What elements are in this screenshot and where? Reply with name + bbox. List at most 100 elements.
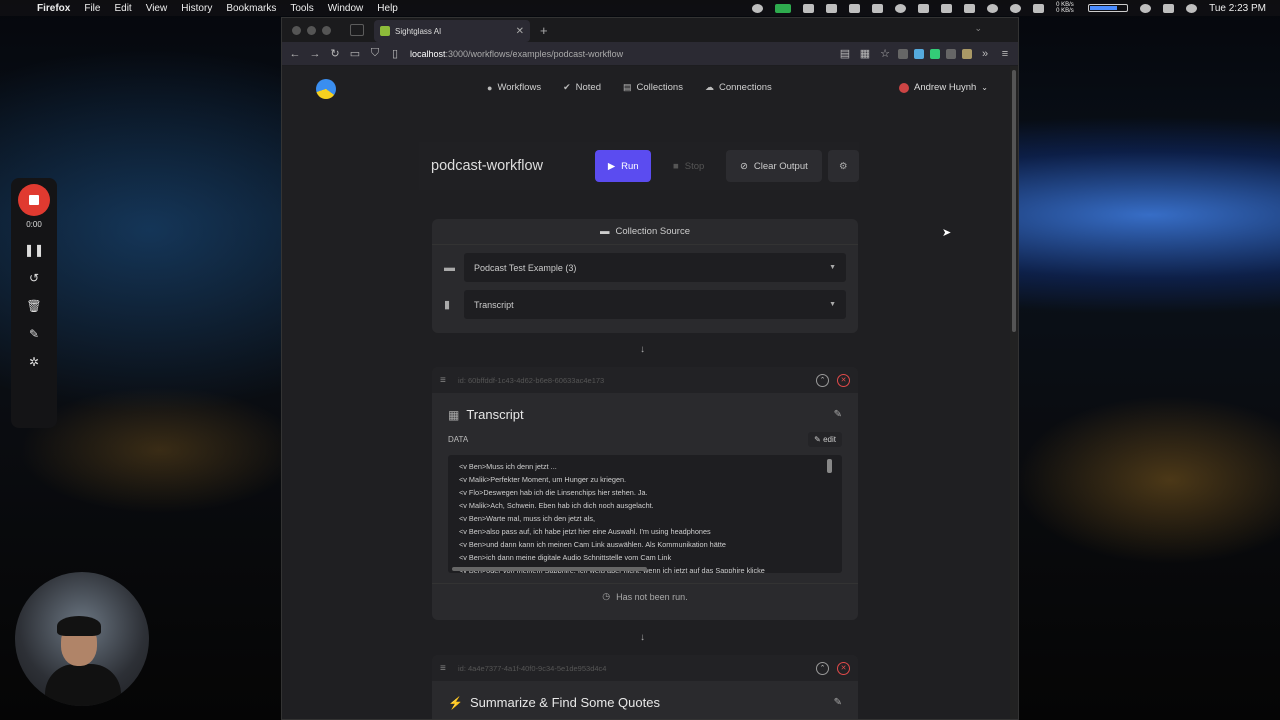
extensions-puzzle-icon[interactable] xyxy=(946,48,956,59)
lightning-icon: ⚡ xyxy=(448,695,463,710)
settings-gear-icon[interactable] xyxy=(752,3,764,13)
node-id: id: 4a4e7377-4a1f-40f0-9c34-5e1de953d4c4 xyxy=(458,663,607,673)
stop-button[interactable]: ■ Stop xyxy=(659,150,718,182)
menu-edit[interactable]: Edit xyxy=(107,3,138,14)
url-bar[interactable]: localhost:3000/workflows/examples/podcas… xyxy=(410,49,623,59)
battery-icon[interactable] xyxy=(1088,4,1129,12)
pause-icon[interactable]: ❚❚ xyxy=(24,243,44,257)
collection-source-title: Collection Source xyxy=(615,226,690,237)
back-icon[interactable]: ← xyxy=(288,48,302,60)
node-title: Summarize & Find Some Quotes xyxy=(469,695,660,710)
url-path: :3000/workflows/examples/podcast-workflo… xyxy=(445,48,624,59)
hamburger-menu-icon[interactable]: ≡ xyxy=(998,48,1012,60)
rocket-icon[interactable] xyxy=(918,3,930,13)
stop-recording-button[interactable] xyxy=(18,184,50,216)
vertical-scrollbar[interactable] xyxy=(827,459,832,473)
pen-icon[interactable] xyxy=(803,3,815,13)
qr-icon[interactable]: ▦ xyxy=(858,47,872,60)
reload-icon[interactable]: ↻ xyxy=(328,47,342,60)
run-button[interactable]: ▶ Run xyxy=(595,150,652,182)
node-title: Transcript xyxy=(466,407,524,422)
edit-icon[interactable]: ✎ xyxy=(834,409,842,420)
app-icon[interactable] xyxy=(826,3,838,13)
favicon-icon xyxy=(380,26,390,36)
tab-overview-icon[interactable] xyxy=(350,24,364,36)
magic-wand-icon[interactable]: ✲ xyxy=(29,355,39,369)
trash-icon[interactable]: 🗑 xyxy=(26,299,41,313)
reader-icon[interactable]: ▤ xyxy=(838,47,852,60)
zoom-window-button[interactable] xyxy=(322,25,331,35)
logo-icon[interactable] xyxy=(316,79,336,99)
new-tab-icon[interactable]: + xyxy=(540,23,548,38)
transcript-line: <v Ben>und dann kann ich meinen Cam Link… xyxy=(459,540,726,549)
list-tabs-icon[interactable]: ⌄ xyxy=(974,23,982,34)
scrollbar-thumb[interactable] xyxy=(1012,70,1016,332)
page-icon[interactable]: ▯ xyxy=(388,47,402,60)
stop-label: Stop xyxy=(684,160,705,172)
settings-button[interactable]: ⚙ xyxy=(827,150,859,182)
collapse-icon[interactable]: ⌃ xyxy=(816,373,829,387)
pencil-icon[interactable]: ✎ xyxy=(29,327,39,341)
node-title-row: ⚡ Summarize & Find Some Quotes ✎ xyxy=(432,681,858,710)
forward-icon[interactable]: → xyxy=(308,48,322,60)
horizontal-scrollbar[interactable] xyxy=(452,567,647,571)
collapse-icon[interactable]: ⌃ xyxy=(816,661,829,675)
user-switch-icon[interactable] xyxy=(1186,3,1198,13)
collection-select[interactable]: Podcast Test Example (3) ▼ xyxy=(464,253,846,282)
bookmark-star-icon[interactable]: ☆ xyxy=(878,47,892,60)
browser-tab[interactable]: Sightglass AI ✕ xyxy=(374,20,530,42)
close-tab-icon[interactable]: ✕ xyxy=(516,26,524,37)
menu-history[interactable]: History xyxy=(174,3,219,14)
delete-node-icon[interactable]: ✕ xyxy=(837,661,850,675)
nav-connections[interactable]: ☁ Connections xyxy=(705,82,772,93)
edit-data-button[interactable]: ✎ edit xyxy=(808,432,842,447)
sidebar-icon[interactable]: ▭ xyxy=(348,47,362,60)
close-window-button[interactable] xyxy=(292,25,301,35)
menu-app-name[interactable]: Firefox xyxy=(30,3,77,14)
mail-icon[interactable] xyxy=(964,3,976,13)
tray-app-icon[interactable] xyxy=(872,3,884,13)
nav-label: Collections xyxy=(636,82,683,93)
clear-output-button[interactable]: ⊘ Clear Output xyxy=(726,150,822,182)
nav-noted[interactable]: ✔ Noted xyxy=(563,82,601,93)
menu-bookmarks[interactable]: Bookmarks xyxy=(219,3,283,14)
user-menu[interactable]: Andrew Huynh ⌄ xyxy=(898,82,988,93)
arrow-down-icon: ↓ xyxy=(640,632,645,643)
browser-window: Sightglass AI ✕ + ⌄ ← → ↻ ▭ ⛉ ▯ localhos… xyxy=(281,17,1019,720)
dropbox-icon[interactable] xyxy=(849,3,861,13)
delete-node-icon[interactable]: ✕ xyxy=(837,373,850,387)
docker-icon[interactable] xyxy=(941,3,953,13)
menubar-clock[interactable]: Tue 2:23 PM xyxy=(1209,3,1266,14)
extension-icon[interactable] xyxy=(962,48,972,59)
nav-workflows[interactable]: ● Workflows xyxy=(487,82,541,93)
menu-file[interactable]: File xyxy=(77,3,107,14)
menu-tools[interactable]: Tools xyxy=(283,3,320,14)
drag-handle-icon[interactable]: ≡ xyxy=(440,375,456,386)
wifi-icon[interactable] xyxy=(1140,3,1152,13)
menu-window[interactable]: Window xyxy=(321,3,371,14)
facetime-icon[interactable] xyxy=(775,3,792,13)
play-icon[interactable] xyxy=(987,3,999,13)
recording-time: 0:00 xyxy=(26,220,42,229)
nav-collections[interactable]: ▤ Collections xyxy=(623,82,683,93)
do-not-disturb-icon[interactable] xyxy=(1010,3,1022,13)
toolbar-extensions: ▤ ▦ ☆ » ≡ xyxy=(838,47,1012,61)
extension-icon[interactable] xyxy=(930,48,940,59)
field-select[interactable]: Transcript ▼ xyxy=(464,290,846,319)
extension-icon[interactable] xyxy=(898,48,908,59)
bluetooth-icon[interactable] xyxy=(1033,3,1045,13)
edit-icon[interactable]: ✎ xyxy=(834,697,842,708)
restart-icon[interactable]: ↺ xyxy=(29,271,39,285)
shield-icon[interactable]: ⛉ xyxy=(368,47,382,60)
control-center-icon[interactable] xyxy=(1163,3,1175,13)
transcript-line: <v Malik>Ach, Schwein. Eben hab ich dich… xyxy=(459,501,654,510)
page-scrollbar[interactable] xyxy=(1010,66,1018,719)
extension-icon[interactable] xyxy=(914,48,924,59)
minimize-window-button[interactable] xyxy=(307,25,316,35)
transcript-data-box[interactable]: <v Ben>Muss ich denn jetzt ... <v Malik>… xyxy=(448,455,842,573)
drag-handle-icon[interactable]: ≡ xyxy=(440,663,456,674)
chatgpt-icon[interactable] xyxy=(895,3,907,13)
menu-view[interactable]: View xyxy=(139,3,175,14)
overflow-chevron-icon[interactable]: » xyxy=(978,48,992,60)
menu-help[interactable]: Help xyxy=(370,3,405,14)
